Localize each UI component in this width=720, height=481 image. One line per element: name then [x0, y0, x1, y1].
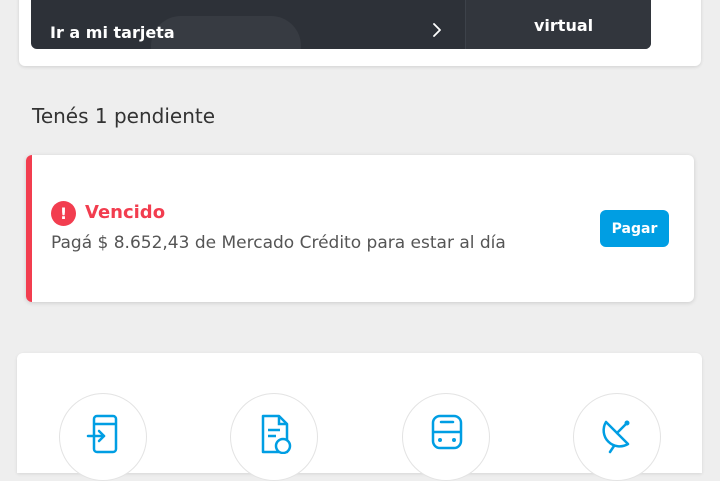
- shortcut-transfer[interactable]: [59, 393, 147, 481]
- warning-icon: !: [51, 201, 76, 226]
- transport-icon: [431, 414, 463, 450]
- alert-accent-stripe: [26, 155, 32, 302]
- chevron-right-icon: [433, 23, 441, 37]
- shortcut-bill-payment[interactable]: [230, 393, 318, 481]
- alert-description: Pagá $ 8.652,43 de Mercado Crédito para …: [51, 233, 506, 253]
- status-label: Vencido: [85, 202, 166, 223]
- shortcuts-section: [17, 353, 702, 481]
- go-to-card-label: Ir a mi tarjeta: [50, 23, 175, 42]
- bill-payment-icon: [261, 414, 292, 454]
- go-to-card-link[interactable]: Ir a mi tarjeta: [31, 0, 465, 49]
- card-banner: Ir a mi tarjeta virtual: [31, 0, 651, 49]
- shortcut-satellite-tv[interactable]: [573, 393, 661, 481]
- virtual-card-button[interactable]: virtual: [466, 0, 651, 49]
- satellite-tv-icon: [602, 420, 630, 454]
- shortcut-transport[interactable]: [402, 393, 490, 481]
- pay-button[interactable]: Pagar: [600, 210, 669, 247]
- overdue-alert-card: ! Vencido Pagá $ 8.652,43 de Mercado Cré…: [26, 155, 694, 302]
- virtual-card-label: virtual: [534, 16, 594, 35]
- pending-title: Tenés 1 pendiente: [32, 104, 216, 128]
- transfer-in-icon: [86, 414, 118, 454]
